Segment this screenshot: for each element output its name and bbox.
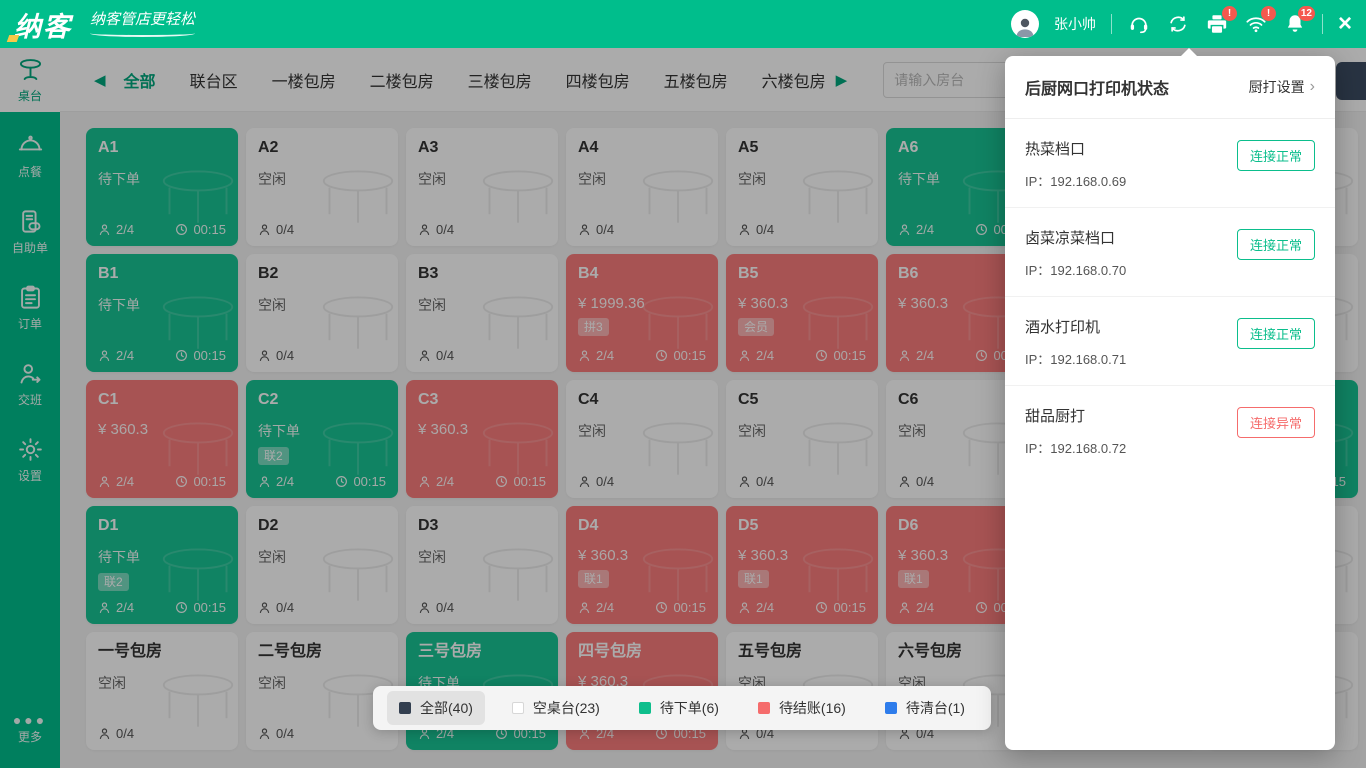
legend-label: 待结账(16) bbox=[779, 698, 846, 718]
legend-item[interactable]: 待结账(16) bbox=[746, 691, 858, 725]
printer-connection-badge[interactable]: 连接异常 bbox=[1237, 407, 1315, 438]
printer-list: 热菜档口 IP：192.168.0.69 连接正常 卤菜凉菜档口 IP：192.… bbox=[1005, 119, 1335, 474]
legend-label: 待清台(1) bbox=[906, 698, 965, 718]
printer-ip: IP：192.168.0.69 bbox=[1025, 171, 1315, 190]
popup-title: 后厨网口打印机状态 bbox=[1025, 75, 1169, 99]
legend-item[interactable]: 全部(40) bbox=[387, 691, 485, 725]
notification-count-badge: 12 bbox=[1298, 6, 1315, 21]
printer-row: 酒水打印机 IP：192.168.0.71 连接正常 bbox=[1005, 296, 1335, 385]
avatar[interactable] bbox=[1011, 10, 1039, 38]
legend-color-square bbox=[758, 702, 770, 714]
status-legend-bar: 全部(40) 空桌台(23) 待下单(6) 待结账(16) 待清台(1) bbox=[373, 686, 991, 730]
printer-ip: IP：192.168.0.71 bbox=[1025, 349, 1315, 368]
customer-service-icon[interactable] bbox=[1127, 12, 1151, 36]
legend-color-square bbox=[399, 702, 411, 714]
cloud-sync-icon[interactable] bbox=[1166, 12, 1190, 36]
printer-status-icon[interactable]: ! bbox=[1205, 12, 1229, 36]
top-bar-right: 张小帅 bbox=[1011, 10, 1352, 38]
popup-arrow bbox=[1180, 48, 1198, 57]
notification-bell-icon[interactable]: 12 bbox=[1283, 12, 1307, 36]
legend-item[interactable]: 待清台(1) bbox=[873, 691, 977, 725]
printer-connection-badge[interactable]: 连接正常 bbox=[1237, 140, 1315, 171]
printer-row: 卤菜凉菜档口 IP：192.168.0.70 连接正常 bbox=[1005, 207, 1335, 296]
printer-row: 热菜档口 IP：192.168.0.69 连接正常 bbox=[1005, 119, 1335, 207]
logo-text: 纳客 bbox=[14, 12, 72, 42]
printer-connection-badge[interactable]: 连接正常 bbox=[1237, 229, 1315, 260]
printer-connection-badge[interactable]: 连接正常 bbox=[1237, 318, 1315, 349]
user-name[interactable]: 张小帅 bbox=[1054, 14, 1096, 34]
printer-row: 甜品厨打 IP：192.168.0.72 连接异常 bbox=[1005, 385, 1335, 474]
kitchen-print-settings-link[interactable]: 厨打设置 › bbox=[1249, 77, 1315, 97]
legend-label: 空桌台(23) bbox=[533, 698, 600, 718]
legend-item[interactable]: 待下单(6) bbox=[627, 691, 731, 725]
printer-alert-badge: ! bbox=[1222, 6, 1237, 21]
avatar-person-icon bbox=[1013, 14, 1037, 38]
printer-ip: IP：192.168.0.72 bbox=[1025, 438, 1315, 457]
close-icon[interactable]: × bbox=[1338, 12, 1352, 36]
legend-color-square bbox=[885, 702, 897, 714]
legend-label: 待下单(6) bbox=[660, 698, 719, 718]
brand-slogan: 纳客管店更轻松 bbox=[90, 8, 195, 37]
app-window: 纳客 纳客管店更轻松 张小帅 bbox=[0, 0, 1366, 768]
top-bar: 纳客 纳客管店更轻松 张小帅 bbox=[0, 0, 1366, 48]
legend-item[interactable]: 空桌台(23) bbox=[500, 691, 612, 725]
legend-label: 全部(40) bbox=[420, 698, 473, 718]
chevron-right-icon: › bbox=[1310, 78, 1315, 96]
divider bbox=[1322, 14, 1323, 34]
brand-logo: 纳客 bbox=[14, 5, 72, 44]
popup-header: 后厨网口打印机状态 厨打设置 › bbox=[1005, 56, 1335, 119]
wifi-icon[interactable]: ! bbox=[1244, 12, 1268, 36]
legend-color-square bbox=[512, 702, 524, 714]
divider bbox=[1111, 14, 1112, 34]
settings-link-label: 厨打设置 bbox=[1249, 77, 1305, 97]
printer-ip: IP：192.168.0.70 bbox=[1025, 260, 1315, 279]
wifi-alert-badge: ! bbox=[1261, 6, 1276, 21]
printer-status-popup: 后厨网口打印机状态 厨打设置 › 热菜档口 IP：192.168.0.69 连接… bbox=[1005, 56, 1335, 750]
legend-color-square bbox=[639, 702, 651, 714]
